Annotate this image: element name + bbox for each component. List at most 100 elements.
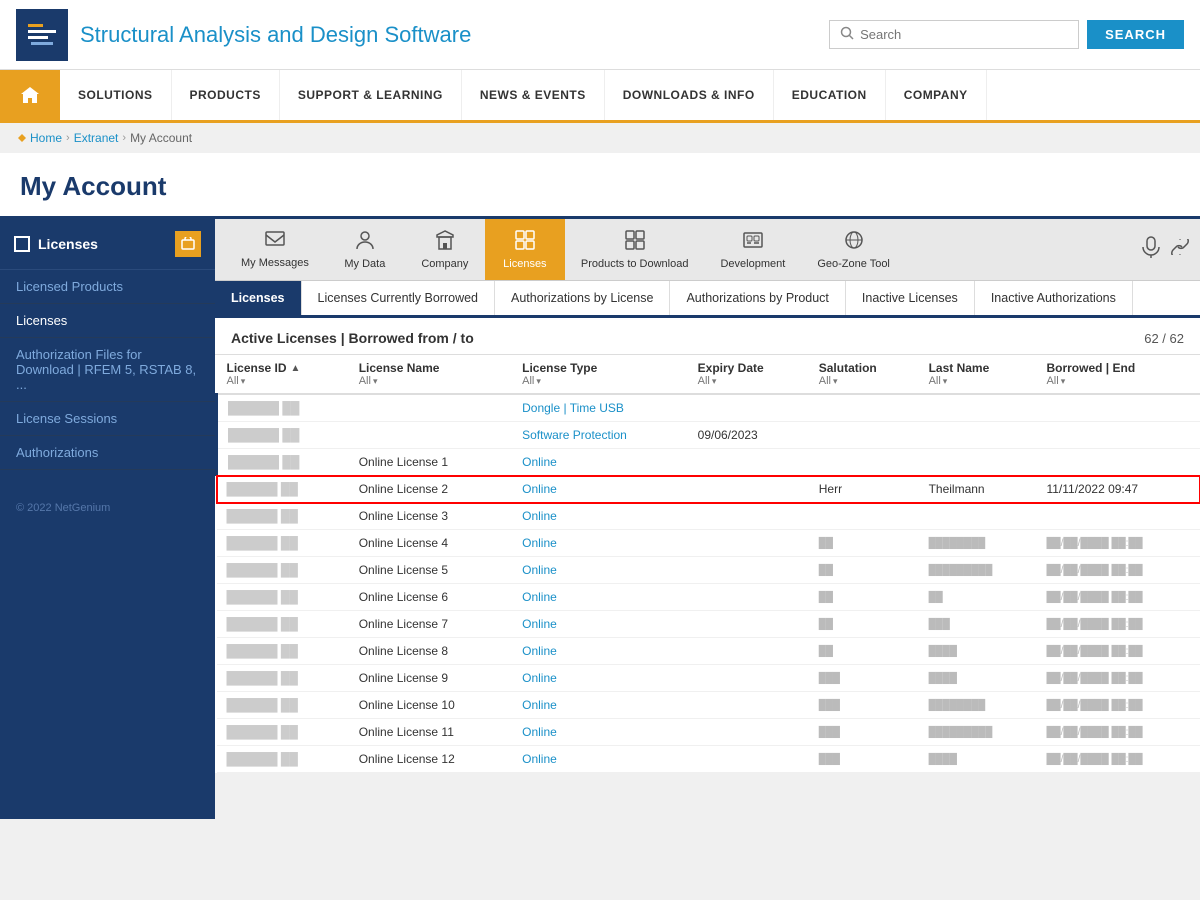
table-header: Active Licenses | Borrowed from / to 62 …: [215, 318, 1200, 355]
tab-auth-by-license[interactable]: Authorizations by License: [495, 281, 670, 315]
cell-lastname: [919, 422, 1037, 449]
table-row[interactable]: ██████ ██ Online License 6 Online ██ ██ …: [217, 584, 1200, 611]
nav-news[interactable]: NEWS & EVENTS: [462, 70, 605, 120]
cell-type: Online: [512, 665, 688, 692]
cell-id: ██████ ██: [217, 503, 349, 530]
breadcrumb-home[interactable]: Home: [30, 131, 62, 145]
col-header-type[interactable]: License Type All ▾: [512, 355, 688, 394]
nav-downloads[interactable]: DOWNLOADS & INFO: [605, 70, 774, 120]
table-row[interactable]: ██████ ██ Online License 8 Online ██ ███…: [217, 638, 1200, 665]
col-header-expiry[interactable]: Expiry Date All ▾: [688, 355, 809, 394]
development-icon: [743, 230, 763, 255]
table-row[interactable]: ██████ ██ Online License 5 Online ██ ███…: [217, 557, 1200, 584]
icon-tab-company-label: Company: [421, 258, 468, 270]
tab-inactive-licenses[interactable]: Inactive Licenses: [846, 281, 975, 315]
breadcrumb-arrow-icon: [16, 133, 26, 143]
search-input[interactable]: [860, 27, 1068, 42]
cell-name: Online License 9: [349, 665, 512, 692]
table-scroll-area[interactable]: License ID ▲ All ▾ License Name: [215, 355, 1200, 773]
cell-borrowed: ██/██/████ ██:██: [1036, 530, 1200, 557]
table-row[interactable]: ██████ ██ Online License 3 Online: [217, 503, 1200, 530]
tab-licenses-borrowed[interactable]: Licenses Currently Borrowed: [302, 281, 496, 315]
cell-lastname: █████████: [919, 557, 1037, 584]
cell-borrowed: [1036, 503, 1200, 530]
filter-expiry-chevron: ▾: [712, 376, 717, 387]
tab-inactive-auth[interactable]: Inactive Authorizations: [975, 281, 1133, 315]
table-section: Active Licenses | Borrowed from / to 62 …: [215, 318, 1200, 773]
table-row[interactable]: ██████ ██ Online License 7 Online ██ ███…: [217, 611, 1200, 638]
icon-tab-geozone[interactable]: Geo-Zone Tool: [801, 219, 906, 280]
cell-type: Online: [512, 584, 688, 611]
cell-borrowed: ██/██/████ ██:██: [1036, 638, 1200, 665]
table-row[interactable]: ██████ ██ Online License 9 Online ███ ██…: [217, 665, 1200, 692]
icon-tab-development[interactable]: Development: [704, 219, 801, 280]
icon-tab-company[interactable]: Company: [405, 219, 485, 280]
cell-type: Online: [512, 746, 688, 773]
table-row[interactable]: ██████ ██ Online License 4 Online ██ ███…: [217, 530, 1200, 557]
page-title: My Account: [20, 171, 1180, 202]
table-row[interactable]: ██████ ██ Online License 2 Online Herr T…: [217, 476, 1200, 503]
cell-expiry: [688, 746, 809, 773]
table-row[interactable]: ██████ ██ Online License 11 Online ███ █…: [217, 719, 1200, 746]
col-header-borrowed[interactable]: Borrowed | End All ▾: [1036, 355, 1200, 394]
cell-name: Online License 8: [349, 638, 512, 665]
icon-tab-bar: My Messages My Data Company Licenses: [215, 219, 1200, 281]
logo[interactable]: Structural Analysis and Design Software: [16, 9, 471, 61]
nav-education[interactable]: EDUCATION: [774, 70, 886, 120]
nav-company[interactable]: COMPANY: [886, 70, 987, 120]
table-row[interactable]: ██████ ██ Dongle | Time USB: [217, 394, 1200, 422]
sidebar-header: Licenses: [0, 219, 215, 270]
mic-icon[interactable]: [1142, 236, 1160, 263]
cell-type: Online: [512, 449, 688, 476]
search-button[interactable]: SEARCH: [1087, 20, 1184, 49]
cell-expiry: 09/06/2023: [688, 422, 809, 449]
sidebar-link-auth-files[interactable]: Authorization Files for Download | RFEM …: [0, 338, 215, 402]
tab-auth-by-product[interactable]: Authorizations by Product: [670, 281, 845, 315]
sidebar-link-sessions[interactable]: License Sessions: [0, 402, 215, 436]
col-header-lastname[interactable]: Last Name All ▾: [919, 355, 1037, 394]
sidebar-link-licenses[interactable]: Licenses: [0, 304, 215, 338]
breadcrumb-extranet[interactable]: Extranet: [74, 131, 119, 145]
table-row[interactable]: ██████ ██ Software Protection 09/06/2023: [217, 422, 1200, 449]
table-row[interactable]: ██████ ██ Online License 10 Online ███ █…: [217, 692, 1200, 719]
content-area: My Messages My Data Company Licenses: [215, 219, 1200, 819]
cell-type: Online: [512, 503, 688, 530]
nav-products[interactable]: PRODUCTS: [172, 70, 280, 120]
cell-id: ██████ ██: [217, 476, 349, 503]
sidebar-link-authorizations[interactable]: Authorizations: [0, 436, 215, 470]
icon-tab-licenses[interactable]: Licenses: [485, 219, 565, 280]
cell-salutation: ███: [809, 746, 919, 773]
tab-licenses[interactable]: Licenses: [215, 281, 302, 315]
filter-type-chevron: ▾: [536, 376, 541, 387]
sidebar-link-licensed-products[interactable]: Licensed Products: [0, 270, 215, 304]
nav-support[interactable]: SUPPORT & LEARNING: [280, 70, 462, 120]
table-row[interactable]: ██████ ██ Online License 1 Online: [217, 449, 1200, 476]
icon-tab-products-download[interactable]: Products to Download: [565, 219, 705, 280]
filter-id-label[interactable]: All: [227, 375, 239, 387]
cell-salutation: [809, 449, 919, 476]
cell-type: Online: [512, 476, 688, 503]
geozone-icon: [844, 230, 864, 255]
col-header-salutation[interactable]: Salutation All ▾: [809, 355, 919, 394]
nav-solutions[interactable]: SOLUTIONS: [60, 70, 172, 120]
toolbar-tools: [1142, 236, 1190, 263]
cell-expiry: [688, 611, 809, 638]
cell-id: ██████ ██: [217, 692, 349, 719]
cell-name: [349, 422, 512, 449]
cell-id: ██████ ██: [217, 665, 349, 692]
cell-salutation: ██: [809, 611, 919, 638]
col-header-name[interactable]: License Name All ▾: [349, 355, 512, 394]
col-header-id[interactable]: License ID ▲ All ▾: [217, 355, 349, 394]
cell-name: [349, 394, 512, 422]
link-icon[interactable]: [1170, 239, 1190, 260]
cell-name: Online License 11: [349, 719, 512, 746]
cell-id: ██████ ██: [217, 584, 349, 611]
cell-type: Online: [512, 611, 688, 638]
home-nav-button[interactable]: [0, 70, 60, 120]
table-row[interactable]: ██████ ██ Online License 12 Online ███ █…: [217, 746, 1200, 773]
cell-salutation: [809, 394, 919, 422]
icon-tab-mydata[interactable]: My Data: [325, 219, 405, 280]
search-field-wrap[interactable]: [829, 20, 1079, 49]
icon-tab-messages[interactable]: My Messages: [225, 219, 325, 280]
filter-name-chevron: ▾: [373, 376, 378, 387]
